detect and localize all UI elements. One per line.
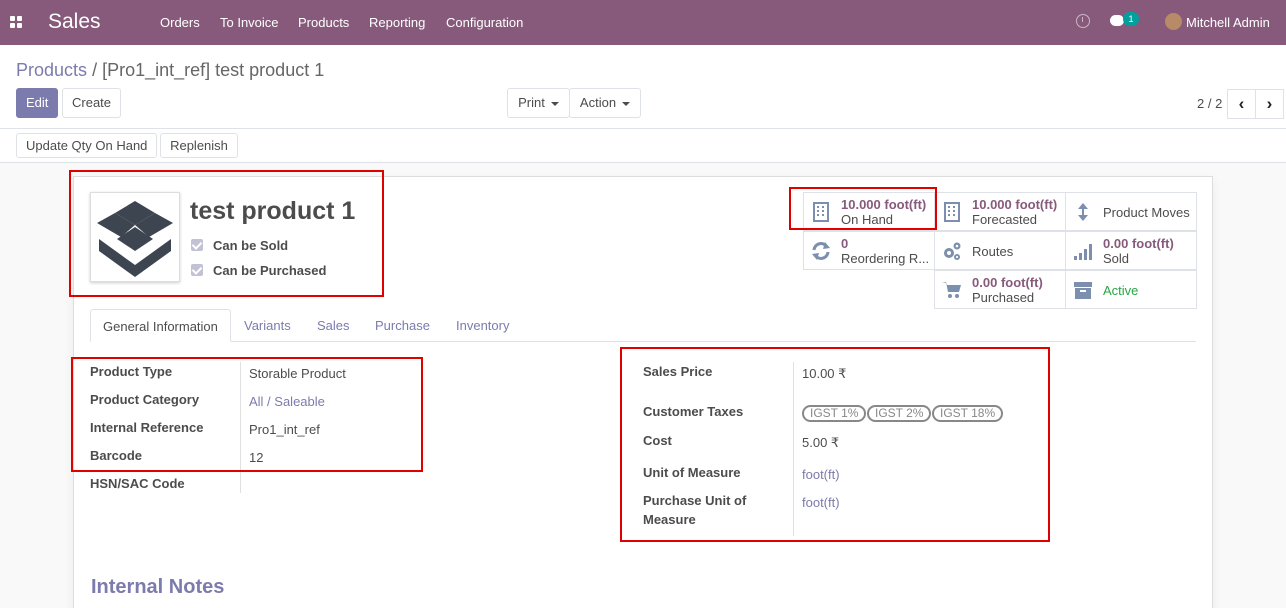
apps-menu-icon[interactable] (10, 16, 23, 29)
previous-record-button[interactable]: ‹ (1227, 89, 1256, 119)
breadcrumb: Products / [Pro1_int_ref] test product 1 (16, 60, 324, 81)
menu-reporting[interactable]: Reporting (369, 15, 425, 30)
sold-label: Sold (1103, 251, 1130, 266)
user-name[interactable]: Mitchell Admin (1186, 15, 1270, 30)
menu-orders[interactable]: Orders (160, 15, 200, 30)
cogs-icon (944, 242, 961, 260)
activity-clock-icon[interactable] (1076, 14, 1090, 28)
messaging-chat-icon[interactable] (1110, 15, 1124, 26)
building-icon (944, 202, 960, 222)
print-label: Print (518, 95, 545, 110)
tab-inventory[interactable]: Inventory (444, 309, 521, 342)
user-avatar[interactable] (1165, 13, 1182, 30)
tab-sales[interactable]: Sales (305, 309, 362, 342)
chevron-right-icon: › (1266, 94, 1273, 113)
tab-general-information[interactable]: General Information (90, 309, 231, 342)
reordering-value: 0 (841, 236, 849, 251)
forecasted-unit: foot(ft) (1015, 197, 1058, 212)
form-statusbar: Update Qty On Hand Replenish (0, 129, 1286, 163)
chevron-left-icon: ‹ (1238, 94, 1245, 113)
update-qty-button[interactable]: Update Qty On Hand (16, 133, 157, 158)
breadcrumb-current: [Pro1_int_ref] test product 1 (102, 60, 325, 80)
chevron-down-icon (550, 101, 559, 106)
product-moves-label: Product Moves (1103, 205, 1190, 220)
tab-variants[interactable]: Variants (232, 309, 303, 342)
highlight-box-on-hand (789, 187, 937, 230)
control-panel: Products / [Pro1_int_ref] test product 1… (0, 45, 1286, 129)
reordering-rules-button[interactable]: 0 Reordering R... (803, 231, 935, 270)
edit-button[interactable]: Edit (16, 88, 58, 118)
print-dropdown[interactable]: Print (507, 88, 570, 118)
active-toggle-button[interactable]: Active (1065, 270, 1197, 309)
internal-notes-heading: Internal Notes (91, 576, 225, 598)
action-label: Action (579, 95, 617, 110)
highlight-box-pricing (620, 347, 1050, 542)
sold-unit: foot(ft) (1131, 236, 1174, 251)
create-button[interactable]: Create (62, 88, 121, 118)
purchased-value: 0.00 (972, 275, 998, 290)
breadcrumb-separator: / (92, 60, 98, 80)
menu-configuration[interactable]: Configuration (446, 15, 523, 30)
shopping-cart-icon (942, 282, 961, 298)
highlight-box-general-info (71, 357, 423, 472)
active-label: Active (1103, 283, 1139, 298)
highlight-box-product-header (69, 170, 384, 297)
archive-icon (1074, 282, 1092, 299)
notebook-tabs: General Information Variants Sales Purch… (90, 309, 1196, 342)
menu-to-invoice[interactable]: To Invoice (220, 15, 279, 30)
app-name: Sales (48, 10, 101, 33)
hsn-sac-code-label: HSN/SAC Code (90, 476, 185, 491)
signal-bars-icon (1074, 244, 1092, 260)
chevron-down-icon (622, 101, 631, 106)
menu-products[interactable]: Products (298, 15, 349, 30)
product-moves-button[interactable]: Product Moves (1065, 192, 1197, 231)
forecasted-label: Forecasted (972, 212, 1038, 227)
vertical-arrows-icon (1078, 203, 1088, 221)
action-dropdown[interactable]: Action (569, 88, 641, 118)
breadcrumb-products-link[interactable]: Products (16, 60, 87, 80)
purchased-label: Purchased (972, 290, 1035, 305)
replenish-button[interactable]: Replenish (160, 133, 238, 158)
chat-badge: 1 (1123, 12, 1139, 26)
forecasted-button[interactable]: 10.000 foot(ft) Forecasted (934, 192, 1066, 231)
tab-purchase[interactable]: Purchase (363, 309, 442, 342)
refresh-icon (812, 242, 830, 260)
sold-button[interactable]: 0.00 foot(ft) Sold (1065, 231, 1197, 270)
top-navbar: Sales Orders To Invoice Products Reporti… (0, 0, 1286, 45)
next-record-button[interactable]: › (1255, 89, 1284, 119)
pager-value[interactable]: 2 / 2 (1197, 96, 1222, 111)
routes-label: Routes (972, 244, 1014, 259)
forecasted-value: 10.000 (972, 197, 1012, 212)
purchased-button[interactable]: 0.00 foot(ft) Purchased (934, 270, 1066, 309)
reordering-label: Reordering R... (841, 251, 930, 266)
purchased-unit: foot(ft) (1000, 275, 1043, 290)
sold-value: 0.00 (1103, 236, 1129, 251)
routes-button[interactable]: Routes (934, 231, 1066, 270)
